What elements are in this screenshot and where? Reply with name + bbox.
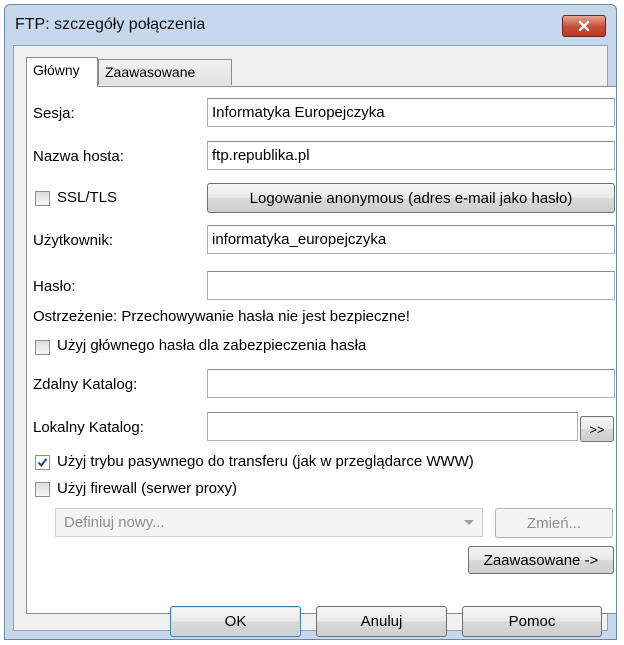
tab-panel: Sesja: Informatyka Europejczyka Nazwa ho… [26, 86, 616, 614]
change-proxy-button[interactable]: Zmień... [495, 508, 613, 538]
firewall-label: Użyj firewall (serwer proxy) [57, 480, 238, 497]
password-warning: Ostrzeżenie: Przechowywanie hasła nie je… [33, 308, 410, 325]
help-button[interactable]: Pomoc [462, 606, 602, 637]
window-title: FTP: szczegóły połączenia [15, 16, 206, 33]
close-button[interactable] [562, 15, 606, 37]
dialog-window: FTP: szczegóły połączenia Główny Zaawaso… [4, 4, 617, 640]
anonymous-login-button[interactable]: Logowanie anonymous (adres e-mail jako h… [207, 183, 615, 213]
cancel-button[interactable]: Anuluj [316, 606, 447, 637]
local-dir-label: Lokalny Katalog: [33, 419, 144, 436]
ok-button[interactable]: OK [170, 606, 301, 637]
host-label: Nazwa hosta: [33, 148, 124, 165]
browse-local-dir-button[interactable]: >> [580, 416, 614, 442]
passive-mode-label: Użyj trybu pasywnego do transferu (jak w… [57, 453, 474, 470]
advanced-settings-button[interactable]: Zaawasowane -> [468, 546, 614, 574]
master-password-label: Użyj głównego hasła dla zabezpieczenia h… [57, 337, 367, 354]
checkmark-icon [37, 458, 48, 468]
session-input[interactable]: Informatyka Europejczyka [207, 98, 615, 127]
proxy-select-value: Definiuj nowy... [64, 514, 165, 531]
chevron-down-icon [464, 520, 474, 525]
user-input[interactable]: informatyka_europejczyka [207, 225, 615, 254]
dialog-client-area: Główny Zaawasowane Sesja: Informatyka Eu… [13, 45, 616, 637]
remote-dir-input[interactable] [207, 369, 615, 398]
ssl-label: SSL/TLS [57, 189, 118, 206]
master-password-checkbox[interactable] [35, 340, 50, 355]
session-label: Sesja: [33, 105, 75, 122]
tab-glowny[interactable]: Główny [26, 57, 98, 87]
password-label: Hasło: [33, 278, 76, 295]
title-bar[interactable]: FTP: szczegóły połączenia [5, 5, 616, 45]
close-icon [578, 20, 590, 32]
tab-zaawasowane[interactable]: Zaawasowane [98, 59, 232, 85]
password-input[interactable] [207, 271, 615, 300]
proxy-select[interactable]: Definiuj nowy... [55, 508, 483, 537]
ssl-checkbox[interactable] [35, 191, 50, 206]
firewall-checkbox[interactable] [35, 482, 50, 497]
local-dir-input[interactable] [207, 412, 578, 441]
user-label: Użytkownik: [33, 232, 114, 249]
remote-dir-label: Zdalny Katalog: [33, 376, 138, 393]
host-input[interactable]: ftp.republika.pl [207, 141, 615, 170]
passive-mode-checkbox[interactable] [35, 455, 50, 470]
